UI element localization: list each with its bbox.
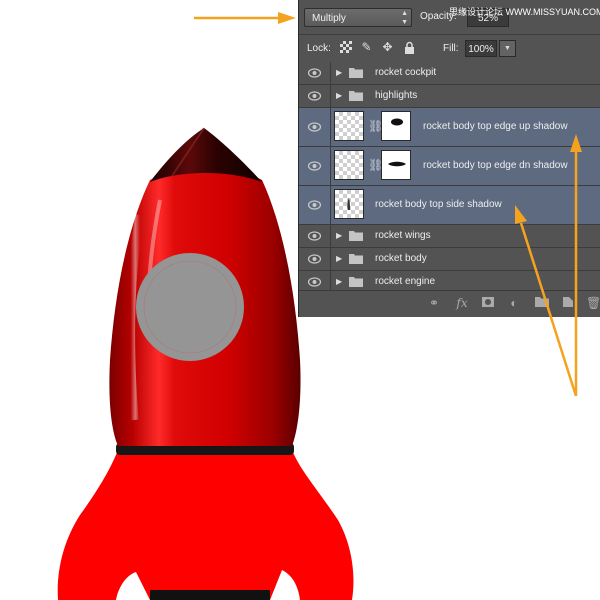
lock-brush-icon[interactable]: ✎: [360, 41, 373, 54]
rocket-wings: [57, 450, 354, 600]
layers-list: ▶ rocket cockpit ▶ highlights ⛓ rocket b…: [299, 62, 600, 294]
layers-panel-footer: ⚭ fx ◐ 🗑: [299, 290, 600, 317]
layer-name: rocket body top edge dn shadow: [423, 160, 568, 171]
layer-rocket-wings[interactable]: ▶ rocket wings: [299, 225, 600, 248]
visibility-toggle[interactable]: [299, 147, 331, 185]
folder-icon: [349, 91, 363, 101]
expand-arrow-icon[interactable]: ▶: [336, 277, 342, 287]
fill-field[interactable]: 100%: [465, 40, 497, 57]
lock-transparent-icon[interactable]: [339, 41, 352, 54]
layer-rocket-cockpit[interactable]: ▶ rocket cockpit: [299, 62, 600, 85]
layer-name: rocket body top edge up shadow: [423, 121, 568, 132]
expand-arrow-icon[interactable]: ▶: [336, 231, 342, 241]
lock-all-icon[interactable]: [403, 41, 416, 54]
folder-icon: [349, 68, 363, 78]
fill-dropdown-button[interactable]: ▼: [499, 40, 516, 57]
layer-rocket-body-top-edge-dn-shadow[interactable]: ⛓ rocket body top edge dn shadow: [299, 147, 600, 186]
layer-thumbnail[interactable]: [334, 111, 364, 141]
adjustment-icon[interactable]: ◐: [507, 296, 521, 310]
layer-name: rocket cockpit: [375, 67, 437, 78]
layer-rocket-body-top-side-shadow[interactable]: rocket body top side shadow: [299, 186, 600, 225]
new-layer-icon[interactable]: [561, 296, 575, 310]
visibility-toggle[interactable]: [299, 85, 331, 107]
expand-arrow-icon[interactable]: ▶: [336, 254, 342, 264]
eye-icon: [308, 231, 321, 241]
blend-options-row: Multiply ▲ ▼ Opacity: 52% 思缘设计论坛 WWW.MISS…: [299, 0, 600, 34]
visibility-toggle[interactable]: [299, 108, 331, 146]
visibility-toggle[interactable]: [299, 62, 331, 84]
layer-name: rocket engine: [375, 276, 436, 287]
eye-icon: [308, 200, 321, 210]
eye-icon: [308, 277, 321, 287]
chevron-updown-icon: ▲ ▼: [401, 10, 408, 26]
blend-mode-select[interactable]: Multiply ▲ ▼: [304, 8, 412, 27]
watermark-text: 思缘设计论坛 WWW.MISSYUAN.COM: [449, 7, 600, 17]
lock-move-icon[interactable]: ✥: [381, 41, 394, 54]
folder-icon: [349, 277, 363, 287]
visibility-toggle[interactable]: [299, 225, 331, 247]
layer-name: rocket wings: [375, 230, 431, 241]
layer-mask-thumbnail[interactable]: [381, 111, 411, 141]
visibility-toggle[interactable]: [299, 248, 331, 270]
expand-arrow-icon[interactable]: ▶: [336, 68, 342, 78]
lock-row: Lock: ✎ ✥ Fill: 100% ▼: [299, 34, 600, 62]
layer-name: rocket body top side shadow: [375, 199, 502, 210]
folder-icon: [349, 254, 363, 264]
new-group-icon[interactable]: [535, 296, 549, 310]
fx-icon[interactable]: fx: [455, 296, 469, 310]
eye-icon: [308, 91, 321, 101]
layer-name: rocket body: [375, 253, 427, 264]
rocket-porthole: [136, 253, 244, 361]
layer-name: highlights: [375, 90, 418, 101]
link-layers-icon[interactable]: ⚭: [427, 296, 441, 310]
visibility-toggle[interactable]: [299, 186, 331, 224]
eye-icon: [308, 161, 321, 171]
eye-icon: [308, 68, 321, 78]
lock-label: Lock:: [307, 43, 331, 54]
eye-icon: [308, 122, 321, 132]
trash-icon[interactable]: 🗑: [586, 296, 600, 310]
add-mask-icon[interactable]: [481, 296, 495, 310]
folder-icon: [349, 231, 363, 241]
blend-mode-value: Multiply: [312, 13, 346, 24]
eye-icon: [308, 254, 321, 264]
layer-rocket-body-top-edge-up-shadow[interactable]: ⛓ rocket body top edge up shadow: [299, 108, 600, 147]
fill-label: Fill:: [443, 43, 459, 54]
layer-highlights[interactable]: ▶ highlights: [299, 85, 600, 108]
layer-thumbnail[interactable]: [334, 150, 364, 180]
expand-arrow-icon[interactable]: ▶: [336, 91, 342, 101]
layer-mask-thumbnail[interactable]: [381, 150, 411, 180]
layer-thumbnail[interactable]: [334, 189, 364, 219]
layers-panel: Multiply ▲ ▼ Opacity: 52% 思缘设计论坛 WWW.MISS…: [298, 0, 600, 317]
layer-rocket-body[interactable]: ▶ rocket body: [299, 248, 600, 271]
